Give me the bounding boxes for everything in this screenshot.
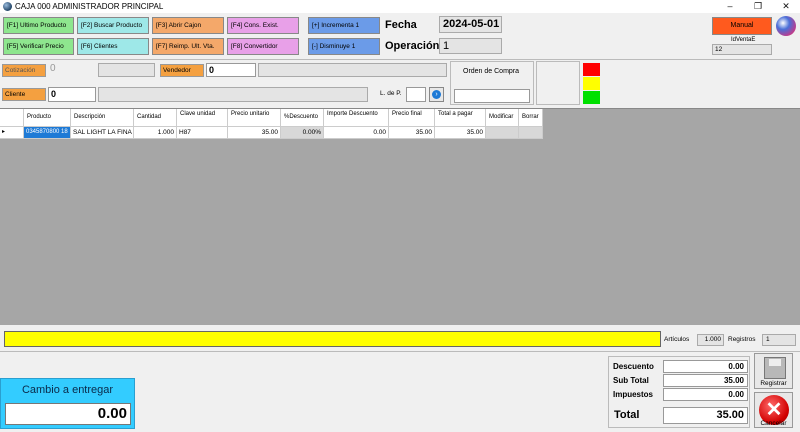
col-total-pagar[interactable]: Total a pagar xyxy=(435,109,486,127)
arrow-right-icon: › xyxy=(432,90,441,99)
lista-precios-input[interactable] xyxy=(406,87,426,102)
row-header-corner xyxy=(0,109,24,127)
modificar-button[interactable] xyxy=(486,127,519,139)
f8-convertidor-button[interactable]: [F8] Convertidor xyxy=(227,38,299,55)
cliente-label: Cliente xyxy=(2,88,46,101)
orden-compra-panel: Orden de Compra xyxy=(450,61,534,105)
cell-pct-descuento[interactable]: 0.00% xyxy=(281,127,324,139)
f1-ultimo-producto-button[interactable]: [F1] Ultimo Producto xyxy=(3,17,74,34)
f5-verificar-precio-button[interactable]: [F5] Verificar Precio xyxy=(3,38,74,55)
row-selector-arrow-icon[interactable]: ▸ xyxy=(0,127,24,139)
registrar-button[interactable]: Registrar xyxy=(754,353,793,389)
vendedor-input[interactable]: 0 xyxy=(206,63,256,77)
registros-field: 1 xyxy=(762,334,796,346)
yellow-indicator xyxy=(583,77,600,90)
impuestos-value: 0.00 xyxy=(663,388,748,401)
cancelar-button[interactable]: ✕ Cancelar xyxy=(754,392,793,428)
orden-compra-label: Orden de Compra xyxy=(463,68,520,75)
col-importe-descuento[interactable]: Importe Descuento xyxy=(324,109,389,127)
f2-buscar-producto-button[interactable]: [F2] Buscar Producto xyxy=(77,17,149,34)
cotizacion-value: 0 xyxy=(50,63,56,74)
cliente-name-field xyxy=(98,87,368,102)
disminuye-button[interactable]: [-] Disminuye 1 xyxy=(308,38,380,55)
articulos-field: 1.000 xyxy=(697,334,724,346)
total-value: 35.00 xyxy=(663,407,748,424)
progress-bar xyxy=(4,331,661,347)
window-title: CAJA 000 ADMINISTRADOR PRINCIPAL xyxy=(15,2,164,11)
minimize-button[interactable]: – xyxy=(717,0,743,13)
cell-producto[interactable]: 0345870800 18 xyxy=(24,127,71,139)
col-pct-descuento[interactable]: %Descuento xyxy=(281,109,324,127)
save-disk-icon xyxy=(764,357,786,379)
cell-cantidad[interactable]: 1.000 xyxy=(134,127,177,139)
subtotal-label: Sub Total xyxy=(613,376,649,385)
disk-label-area xyxy=(769,359,781,366)
separator xyxy=(0,351,800,352)
vendedor-label: Vendedor xyxy=(160,64,204,77)
subtotal-value: 35.00 xyxy=(663,374,748,387)
cotizacion-label: Cotización xyxy=(2,64,46,77)
cambio-label: Cambio a entregar xyxy=(21,384,114,396)
close-window-button[interactable]: ✕ xyxy=(773,0,799,13)
lista-precios-button[interactable]: › xyxy=(429,87,444,102)
col-precio-final[interactable]: Precio final xyxy=(389,109,435,127)
operacion-label: Operación xyxy=(385,40,440,52)
col-descripcion[interactable]: Descripción xyxy=(71,109,134,127)
orden-compra-input[interactable] xyxy=(454,89,530,103)
operacion-field: 1 xyxy=(439,38,502,54)
app-icon xyxy=(3,2,12,11)
cambio-value: 0.00 xyxy=(5,403,131,425)
blank-panel xyxy=(536,61,580,105)
cell-total-pagar[interactable]: 35.00 xyxy=(435,127,486,139)
descuento-label: Descuento xyxy=(613,362,654,371)
red-indicator xyxy=(583,63,600,76)
cell-importe-descuento[interactable]: 0.00 xyxy=(324,127,389,139)
registrar-label: Registrar xyxy=(760,380,787,387)
cell-descripcion[interactable]: SAL LIGHT LA FINA xyxy=(71,127,134,139)
col-precio-unitario[interactable]: Precio unitario xyxy=(228,109,281,127)
borrar-button[interactable] xyxy=(519,127,543,139)
registros-label: Registros xyxy=(728,336,756,343)
lista-precios-label: L. de P. xyxy=(380,90,402,97)
cliente-input[interactable]: 0 xyxy=(48,87,96,102)
restore-button[interactable]: ❐ xyxy=(745,0,771,13)
title-bar: CAJA 000 ADMINISTRADOR PRINCIPAL – ❐ ✕ xyxy=(0,0,800,13)
globe-icon[interactable] xyxy=(776,16,796,36)
impuestos-label: Impuestos xyxy=(613,390,654,399)
descuento-value: 0.00 xyxy=(663,360,748,373)
idventa-field: 12 xyxy=(712,44,772,55)
cotizacion-extra-field xyxy=(98,63,155,77)
col-producto[interactable]: Producto xyxy=(24,109,71,127)
articulos-label: Artículos xyxy=(664,336,690,343)
f7-reimp-ult-vta-button[interactable]: [F7] Reimp. Ult. Vta. xyxy=(152,38,224,55)
cambio-panel: Cambio a entregar 0.00 xyxy=(0,378,135,429)
separator xyxy=(0,59,800,60)
col-cantidad[interactable]: Cantidad xyxy=(134,109,177,127)
incrementa-button[interactable]: [+] Incrementa 1 xyxy=(308,17,380,34)
green-indicator xyxy=(583,91,600,104)
cancelar-label: Cancelar xyxy=(760,420,787,427)
cell-clave-unidad[interactable]: H87 xyxy=(177,127,228,139)
col-clave-unidad[interactable]: Clave unidad xyxy=(177,109,228,127)
total-label: Total xyxy=(614,409,640,421)
cell-precio-unitario[interactable]: 35.00 xyxy=(228,127,281,139)
cell-precio-final[interactable]: 35.00 xyxy=(389,127,435,139)
vendedor-name-field xyxy=(258,63,447,77)
f3-abrir-cajon-button[interactable]: [F3] Abrir Cajon xyxy=(152,17,224,34)
idventa-label: IdVentaE xyxy=(731,37,756,43)
fecha-field: 2024-05-01 xyxy=(439,16,502,33)
fecha-label: Fecha xyxy=(385,19,417,31)
f4-cons-exist-button[interactable]: [F4] Cons. Exist. xyxy=(227,17,299,34)
f6-clientes-button[interactable]: [F6] Clientes xyxy=(77,38,149,55)
manual-button[interactable]: Manual xyxy=(712,17,772,35)
col-borrar[interactable]: Borrar xyxy=(519,109,543,127)
col-modificar[interactable]: Modificar xyxy=(486,109,519,127)
sale-items-grid[interactable]: Producto Descripción Cantidad Clave unid… xyxy=(0,108,800,325)
